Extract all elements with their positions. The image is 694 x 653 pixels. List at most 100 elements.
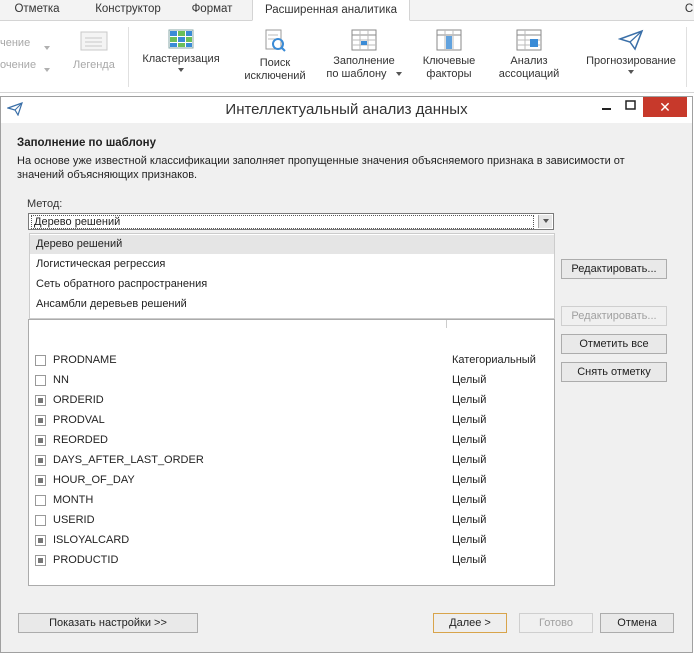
minimize-button[interactable] (597, 97, 617, 117)
done-button[interactable]: Готово (519, 613, 593, 633)
chevron-down-icon (178, 68, 184, 72)
forecasting-button[interactable]: Прогнозирование (576, 29, 686, 74)
ribbon-tab-bar: Отметка Конструктор Формат Расширенная а… (0, 0, 694, 21)
fields-list: PRODNAME Категориальный NN Целый ORDERID Целы… (28, 319, 555, 586)
clustering-label: Кластеризация (142, 53, 220, 65)
method-option-logistic-regression[interactable]: Логистическая регрессия (30, 255, 554, 274)
ribbon-item-cut2: очение (0, 59, 37, 71)
key-factors-label-2: факторы (426, 68, 472, 80)
chevron-down-icon (628, 70, 634, 74)
method-option-backprop-network[interactable]: Сеть обратного распространения (30, 275, 554, 294)
field-checkbox[interactable] (35, 395, 46, 406)
method-select[interactable]: Дерево решений (28, 213, 554, 230)
field-name: USERID (53, 514, 95, 526)
uncheck-button[interactable]: Снять отметку (561, 362, 667, 382)
table-row[interactable]: HOUR_OF_DAY Целый (29, 471, 554, 491)
table-row[interactable]: PRODNAME Категориальный (29, 351, 554, 371)
field-checkbox[interactable] (35, 375, 46, 386)
field-name: ORDERID (53, 394, 104, 406)
fill-by-pattern-button[interactable]: Заполнение по шаблону (324, 29, 404, 81)
find-outliers-label-1: Поиск (259, 57, 291, 69)
section-description: На основе уже известной классификации за… (17, 155, 625, 181)
ribbon-item-cut1: чение (0, 37, 31, 49)
table-row[interactable]: MONTH Целый (29, 491, 554, 511)
fill-by-pattern-label-2: по шаблону (326, 68, 387, 80)
tab-advanced-analytics[interactable]: Расширенная аналитика (252, 0, 410, 21)
table-row[interactable]: REORDED Целый (29, 431, 554, 451)
legend-button[interactable]: Легенда (73, 59, 115, 71)
table-row[interactable]: USERID Целый (29, 511, 554, 531)
edit-button-disabled[interactable]: Редактировать... (561, 306, 667, 326)
fill-by-pattern-label-1: Заполнение (333, 55, 395, 67)
data-mining-dialog: Интеллектуальный анализ данных ✕ Заполне… (0, 96, 693, 653)
cancel-button[interactable]: Отмена (600, 613, 674, 633)
check-all-button[interactable]: Отметить все (561, 334, 667, 354)
field-type: Целый (452, 554, 487, 566)
dialog-content: Заполнение по шаблону На основе уже изве… (7, 127, 688, 642)
field-checkbox[interactable] (35, 435, 46, 446)
legend-icon (80, 31, 108, 54)
maximize-button[interactable] (621, 97, 641, 117)
table-row[interactable]: PRODUCTID Целый (29, 551, 554, 571)
field-type: Целый (452, 494, 487, 506)
field-checkbox[interactable] (35, 535, 46, 546)
field-checkbox[interactable] (35, 555, 46, 566)
field-type: Целый (452, 474, 487, 486)
table-row[interactable]: PRODVAL Целый (29, 411, 554, 431)
field-checkbox[interactable] (35, 475, 46, 486)
method-option-tree-ensembles[interactable]: Ансамбли деревьев решений (30, 295, 554, 314)
field-type: Целый (452, 514, 487, 526)
paper-plane-icon (618, 29, 644, 51)
edit-button[interactable]: Редактировать... (561, 259, 667, 279)
clustering-button[interactable]: Кластеризация (138, 29, 224, 72)
method-label: Метод: (27, 198, 63, 210)
method-dropdown-list: Дерево решений Логистическая регрессия С… (29, 233, 555, 319)
table-row[interactable]: ORDERID Целый (29, 391, 554, 411)
chevron-down-icon (44, 41, 50, 53)
column-separator (446, 320, 447, 328)
tab-cut[interactable]: С (684, 0, 694, 20)
fill-pattern-icon (351, 29, 377, 51)
table-row[interactable]: ISLOYALCARD Целый (29, 531, 554, 551)
close-icon: ✕ (659, 99, 671, 115)
next-button[interactable]: Далее > (433, 613, 507, 633)
method-dropdown-toggle[interactable] (538, 215, 552, 228)
ribbon-separator (128, 27, 129, 87)
tab-format[interactable]: Формат (182, 0, 242, 20)
field-type: Целый (452, 454, 487, 466)
method-option-decision-tree[interactable]: Дерево решений (30, 235, 554, 254)
field-checkbox[interactable] (35, 515, 46, 526)
association-analysis-button[interactable]: Анализ ассоциаций (492, 29, 566, 81)
field-name: PRODVAL (53, 414, 105, 426)
forecasting-label: Прогнозирование (586, 55, 676, 67)
section-heading: Заполнение по шаблону (17, 137, 157, 149)
maximize-icon (625, 100, 636, 110)
field-checkbox[interactable] (35, 415, 46, 426)
field-type: Целый (452, 534, 487, 546)
fill-by-pattern-label-2-wrap: по шаблону (324, 68, 404, 81)
field-name: HOUR_OF_DAY (53, 474, 135, 486)
field-checkbox[interactable] (35, 455, 46, 466)
field-name: ISLOYALCARD (53, 534, 130, 546)
find-outliers-button[interactable]: Поиск исключений (238, 29, 312, 83)
key-factors-button[interactable]: Ключевые факторы (416, 29, 482, 81)
table-row[interactable]: DAYS_AFTER_LAST_ORDER Целый (29, 451, 554, 471)
minimize-icon (602, 108, 611, 110)
field-type: Целый (452, 394, 487, 406)
field-checkbox[interactable] (35, 495, 46, 506)
field-checkbox[interactable] (35, 355, 46, 366)
ribbon-panel: чение очение Легенда Кластеризация Поиск… (0, 21, 694, 93)
show-settings-button[interactable]: Показать настройки >> (18, 613, 198, 633)
chevron-down-icon (395, 72, 402, 77)
close-button[interactable]: ✕ (643, 97, 687, 117)
tab-designer[interactable]: Конструктор (84, 0, 172, 20)
field-type: Категориальный (452, 354, 536, 366)
table-row[interactable]: NN Целый (29, 371, 554, 391)
key-factors-label-1: Ключевые (422, 55, 476, 67)
method-select-value: Дерево решений (31, 215, 534, 229)
association-label-2: ассоциаций (498, 68, 560, 80)
tab-mark[interactable]: Отметка (6, 0, 68, 20)
field-type: Целый (452, 414, 487, 426)
dialog-titlebar: Интеллектуальный анализ данных ✕ (1, 97, 692, 123)
field-name: PRODNAME (53, 354, 117, 366)
